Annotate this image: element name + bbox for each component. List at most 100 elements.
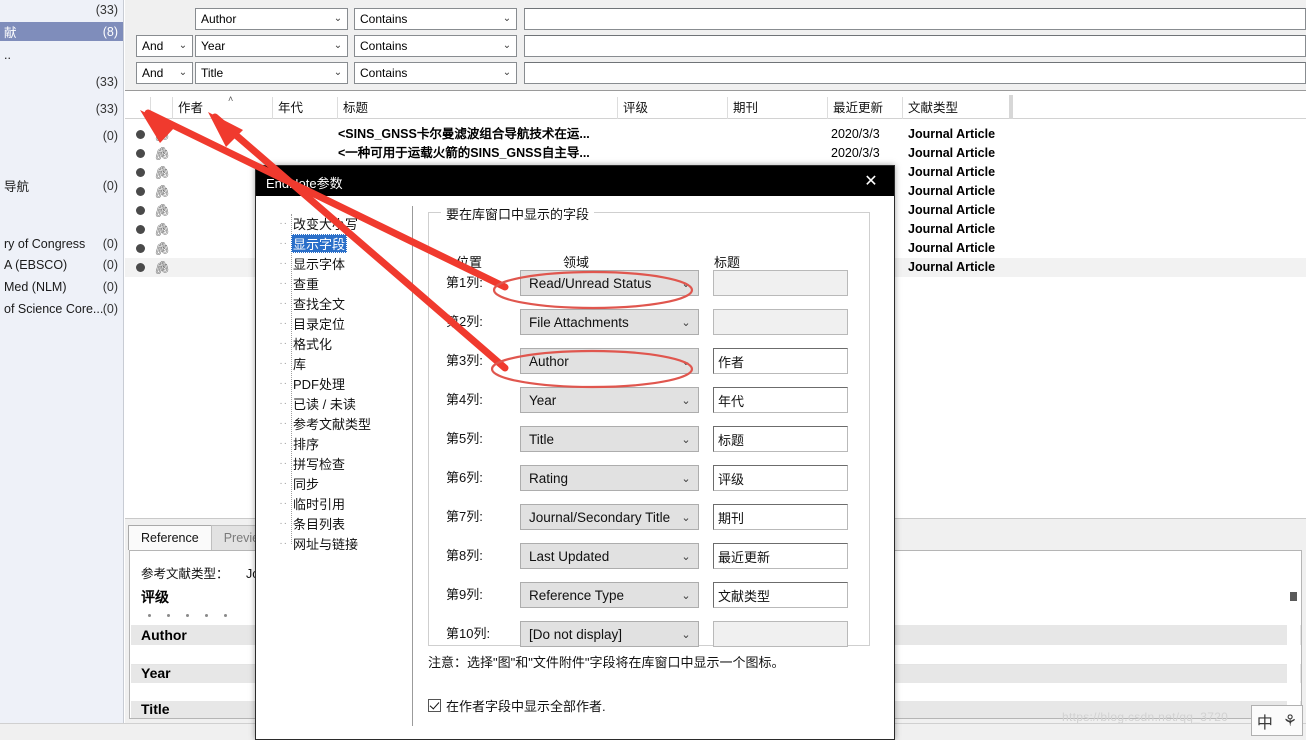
attachment-icon[interactable]: 🖇 xyxy=(154,241,171,257)
rating-star-1[interactable] xyxy=(148,614,151,617)
table-column-header[interactable] xyxy=(133,97,151,119)
preferences-tree-item[interactable]: ·· 临时引用 xyxy=(271,494,347,513)
table-column-header[interactable]: 最近更新 xyxy=(828,97,903,119)
preferences-tree-item[interactable]: ·· 条目列表 xyxy=(271,514,347,533)
table-row[interactable]: 🖇 <SINS_GNSS卡尔曼滤波组合导航技术在运... 2020/3/3 Journ… xyxy=(125,125,1306,144)
preferences-tree-item[interactable]: ·· 显示字体 xyxy=(271,254,347,273)
field-select[interactable]: Reference Type ⌄ xyxy=(520,582,699,608)
ime-mode-icon[interactable]: 中 xyxy=(1257,709,1273,733)
checkbox-icon[interactable] xyxy=(428,699,441,712)
sidebar-item[interactable]: of Science Core... (0) xyxy=(0,299,123,318)
field-select[interactable]: Last Updated ⌄ xyxy=(520,543,699,569)
ime-indicator[interactable]: 中 ⚘ xyxy=(1251,705,1303,736)
table-column-header[interactable]: 期刊 xyxy=(728,97,828,119)
table-column-header[interactable]: 评级 xyxy=(618,97,728,119)
search-boolean-select[interactable]: And ⌄ xyxy=(136,35,193,57)
preferences-tree-item[interactable]: ·· 显示字段 xyxy=(271,234,348,253)
read-status-icon[interactable] xyxy=(136,168,145,177)
table-column-header[interactable]: 作者 xyxy=(173,97,273,119)
sidebar-item[interactable]: (33) xyxy=(0,72,123,91)
preferences-tree-item[interactable]: ·· 已读 / 未读 xyxy=(271,394,358,413)
search-operator-select[interactable]: Contains ⌄ xyxy=(354,8,517,30)
read-status-icon[interactable] xyxy=(136,206,145,215)
sidebar-item[interactable]: A (EBSCO) (0) xyxy=(0,255,123,274)
attachment-icon[interactable]: 🖇 xyxy=(154,146,171,162)
table-column-header[interactable] xyxy=(151,97,173,119)
field-select[interactable]: [Do not display] ⌄ xyxy=(520,621,699,647)
table-column-header[interactable]: 年代 xyxy=(273,97,338,119)
attachment-icon[interactable]: 🖇 xyxy=(154,127,171,143)
column-title-input[interactable]: 评级 xyxy=(713,465,848,491)
preferences-tree-item[interactable]: ·· 同步 xyxy=(271,474,321,493)
preferences-tree-item[interactable]: ·· 参考文献类型 xyxy=(271,414,373,433)
field-select[interactable]: Read/Unread Status ⌄ xyxy=(520,270,699,296)
dialog-titlebar[interactable]: EndNote参数 ✕ xyxy=(256,166,894,196)
search-field-select[interactable]: Year ⌄ xyxy=(195,35,348,57)
ime-tool-icon[interactable]: ⚘ xyxy=(1283,711,1297,731)
sidebar-item[interactable]: (33) xyxy=(0,0,123,19)
table-column-header[interactable]: 标题 xyxy=(338,97,618,119)
table-column-header[interactable]: 文献类型 xyxy=(903,97,1013,119)
search-term-input[interactable] xyxy=(524,35,1306,57)
show-all-authors-checkbox-row[interactable]: 在作者字段中显示全部作者. xyxy=(428,696,606,715)
attachment-icon[interactable]: 🖇 xyxy=(154,203,171,219)
reference-panel-scrollbar[interactable] xyxy=(1287,552,1300,718)
preferences-tree-item[interactable]: ·· 目录定位 xyxy=(271,314,347,333)
preferences-tree-item[interactable]: ·· 排序 xyxy=(271,434,321,453)
reference-tab[interactable]: Reference xyxy=(128,525,212,550)
column-title-input[interactable] xyxy=(713,270,848,296)
rating-star-4[interactable] xyxy=(205,614,208,617)
sidebar-item[interactable]: Med (NLM) (0) xyxy=(0,277,123,296)
preferences-tree-item[interactable]: ·· 查找全文 xyxy=(271,294,347,313)
attachment-icon[interactable]: 🖇 xyxy=(154,165,171,181)
search-term-input[interactable] xyxy=(524,8,1306,30)
field-select[interactable]: Author ⌄ xyxy=(520,348,699,374)
preferences-tree-item[interactable]: ·· 库 xyxy=(271,354,308,373)
read-status-icon[interactable] xyxy=(136,225,145,234)
column-title-input[interactable] xyxy=(713,309,848,335)
sidebar-item[interactable]: ry of Congress (0) xyxy=(0,234,123,253)
read-status-icon[interactable] xyxy=(136,244,145,253)
read-status-icon[interactable] xyxy=(136,187,145,196)
preferences-tree-item[interactable]: ·· 格式化 xyxy=(271,334,334,353)
column-title-input[interactable]: 文献类型 xyxy=(713,582,848,608)
attachment-icon[interactable]: 🖇 xyxy=(154,222,171,238)
column-title-input[interactable]: 年代 xyxy=(713,387,848,413)
sidebar-item[interactable]: (33) xyxy=(0,99,123,118)
sidebar-item[interactable]: 献 (8) xyxy=(0,22,123,41)
rating-star-3[interactable] xyxy=(186,614,189,617)
sidebar-item[interactable]: (0) xyxy=(0,126,123,145)
field-select[interactable]: Year ⌄ xyxy=(520,387,699,413)
table-scrollbar[interactable] xyxy=(1009,95,1013,119)
table-header-row[interactable]: 作者 年代 标题 评级 期刊 最近更新 文献类型 ˄ xyxy=(125,94,1306,119)
close-icon[interactable]: ✕ xyxy=(848,166,894,196)
sidebar-item[interactable]: 导航 (0) xyxy=(0,176,123,195)
read-status-icon[interactable] xyxy=(136,263,145,272)
rating-stars[interactable] xyxy=(148,614,227,617)
sidebar-item[interactable]: .. xyxy=(0,45,123,64)
search-operator-select[interactable]: Contains ⌄ xyxy=(354,35,517,57)
preferences-tree-item[interactable]: ·· PDF处理 xyxy=(271,374,347,393)
field-select[interactable]: File Attachments ⌄ xyxy=(520,309,699,335)
search-operator-select[interactable]: Contains ⌄ xyxy=(354,62,517,84)
preferences-tree-item[interactable]: ·· 改变大小写 xyxy=(271,214,360,233)
rating-star-2[interactable] xyxy=(167,614,170,617)
sidebar[interactable]: (33) 献 (8).. (33) (33) (0) 导航 (0) ry of Congress… xyxy=(0,0,124,723)
read-status-icon[interactable] xyxy=(136,149,145,158)
preferences-tree-item[interactable]: ·· 网址与链接 xyxy=(271,534,360,553)
search-field-select[interactable]: Author ⌄ xyxy=(195,8,348,30)
preferences-tree-item[interactable]: ·· 查重 xyxy=(271,274,321,293)
column-title-input[interactable]: 期刊 xyxy=(713,504,848,530)
search-field-select[interactable]: Title ⌄ xyxy=(195,62,348,84)
column-title-input[interactable]: 最近更新 xyxy=(713,543,848,569)
column-title-input[interactable]: 作者 xyxy=(713,348,848,374)
attachment-icon[interactable]: 🖇 xyxy=(154,260,171,276)
field-select[interactable]: Title ⌄ xyxy=(520,426,699,452)
rating-star-5[interactable] xyxy=(224,614,227,617)
read-status-icon[interactable] xyxy=(136,130,145,139)
column-title-input[interactable] xyxy=(713,621,848,647)
search-term-input[interactable] xyxy=(524,62,1306,84)
field-select[interactable]: Journal/Secondary Title ⌄ xyxy=(520,504,699,530)
search-boolean-select[interactable]: And ⌄ xyxy=(136,62,193,84)
scrollbar-thumb[interactable] xyxy=(1290,592,1297,601)
